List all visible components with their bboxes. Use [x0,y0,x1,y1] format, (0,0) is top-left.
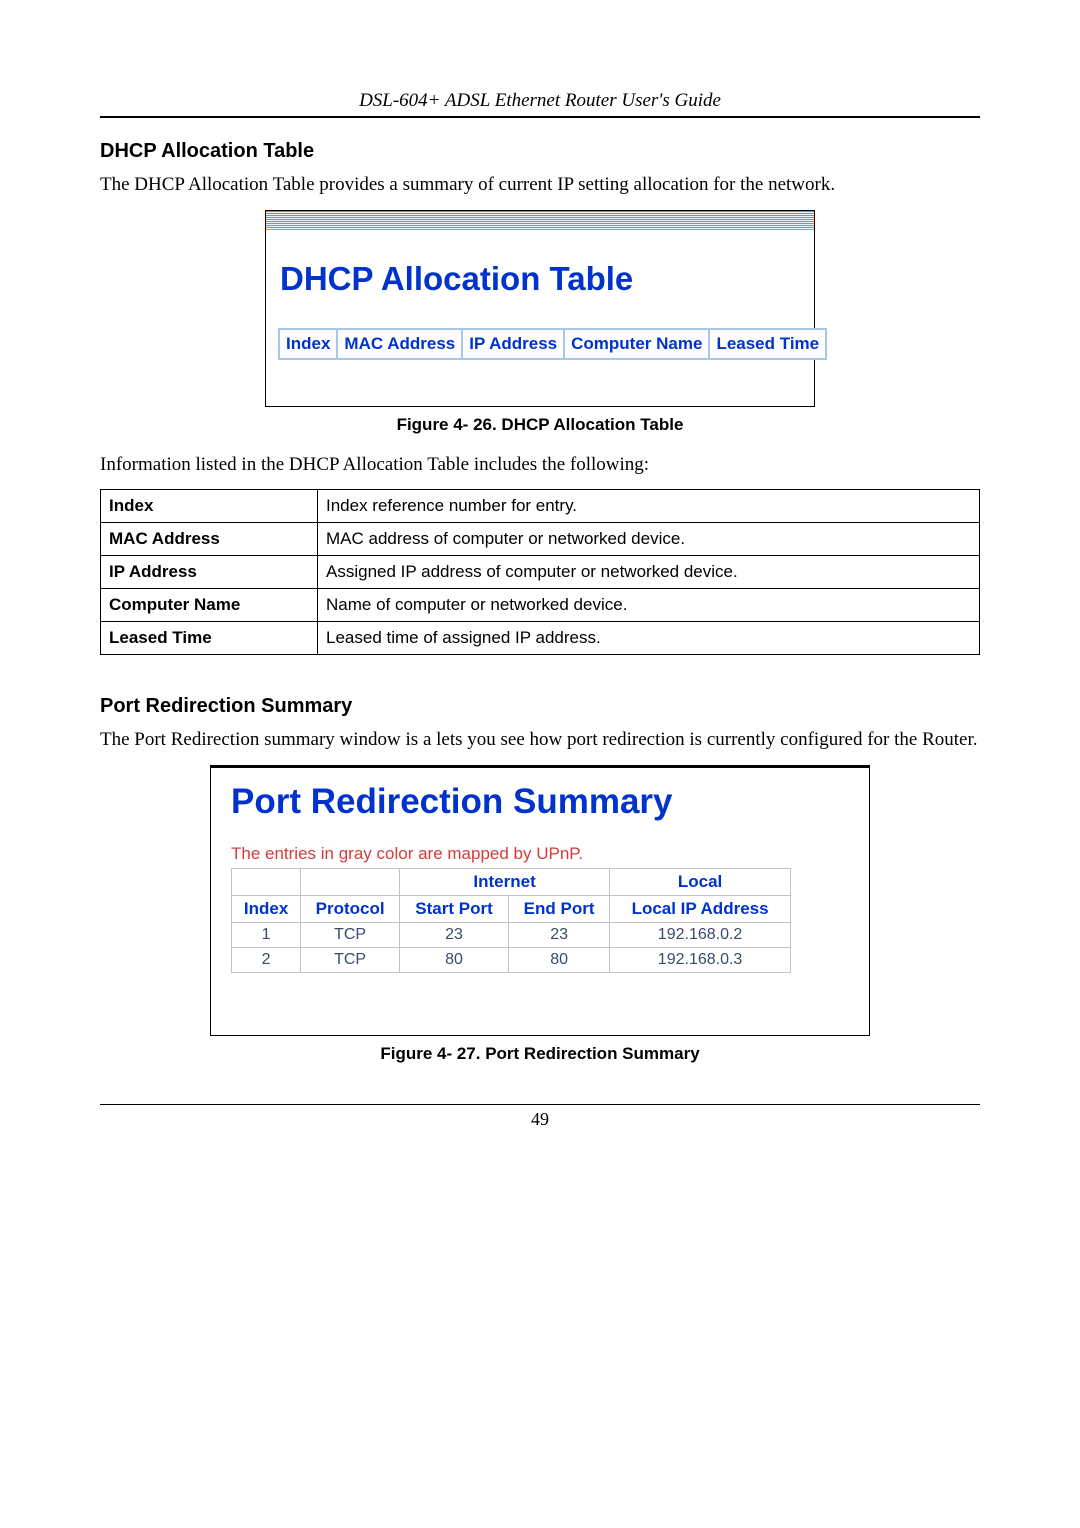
info-desc: Index reference number for entry. [318,490,980,523]
port-screenshot-note: The entries in gray color are mapped by … [231,844,849,864]
port-cell-index: 1 [232,923,301,948]
dhcp-info-table: Index Index reference number for entry. … [100,489,980,655]
port-section-heading: Port Redirection Summary [100,695,980,718]
port-group-local: Local [610,869,791,896]
info-label: Computer Name [101,589,318,622]
port-figure-caption: Figure 4- 27. Port Redirection Summary [100,1044,980,1064]
dhcp-col-mac: MAC Address [337,329,462,359]
table-row: IP Address Assigned IP address of comput… [101,556,980,589]
port-col-end: End Port [509,896,610,923]
document-header: DSL-604+ ADSL Ethernet Router User's Gui… [100,90,980,112]
dhcp-col-index: Index [279,329,337,359]
dhcp-info-intro: Information listed in the DHCP Allocatio… [100,453,980,478]
table-row: 2 TCP 80 80 192.168.0.3 [232,948,791,973]
info-desc: Leased time of assigned IP address. [318,622,980,655]
dhcp-col-ip: IP Address [462,329,564,359]
table-row: Index Index reference number for entry. [101,490,980,523]
port-cell-ip: 192.168.0.2 [610,923,791,948]
port-cell-protocol: TCP [301,948,400,973]
port-group-blank1 [232,869,301,896]
port-col-protocol: Protocol [301,896,400,923]
table-row: MAC Address MAC address of computer or n… [101,523,980,556]
port-cell-start: 80 [400,948,509,973]
info-label: IP Address [101,556,318,589]
info-desc: Assigned IP address of computer or netwo… [318,556,980,589]
port-cell-start: 23 [400,923,509,948]
info-label: MAC Address [101,523,318,556]
dhcp-col-leased: Leased Time [709,329,826,359]
table-row: 1 TCP 23 23 192.168.0.2 [232,923,791,948]
info-label: Leased Time [101,622,318,655]
port-screenshot-table: Internet Local Index Protocol Start Port… [231,868,791,973]
port-cell-end: 80 [509,948,610,973]
footer-rule [100,1104,980,1105]
info-label: Index [101,490,318,523]
port-cell-end: 23 [509,923,610,948]
port-cell-index: 2 [232,948,301,973]
header-rule [100,116,980,118]
port-group-internet: Internet [400,869,610,896]
port-col-start: Start Port [400,896,509,923]
dhcp-screenshot: DHCP Allocation Table Index MAC Address … [265,210,815,407]
dhcp-figure-caption: Figure 4- 26. DHCP Allocation Table [100,415,980,435]
dhcp-screenshot-stripes [266,211,814,230]
port-group-blank2 [301,869,400,896]
port-cell-ip: 192.168.0.3 [610,948,791,973]
table-row: Computer Name Name of computer or networ… [101,589,980,622]
dhcp-section-heading: DHCP Allocation Table [100,140,980,163]
dhcp-screenshot-table: Index MAC Address IP Address Computer Na… [278,328,827,360]
port-intro-text: The Port Redirection summary window is a… [100,728,980,753]
page-number: 49 [100,1109,980,1130]
dhcp-screenshot-title: DHCP Allocation Table [280,260,802,298]
dhcp-intro-text: The DHCP Allocation Table provides a sum… [100,173,980,198]
port-col-index: Index [232,896,301,923]
port-col-ip: Local IP Address [610,896,791,923]
info-desc: MAC address of computer or networked dev… [318,523,980,556]
port-screenshot: Port Redirection Summary The entries in … [210,765,870,1036]
port-cell-protocol: TCP [301,923,400,948]
dhcp-col-computer: Computer Name [564,329,709,359]
info-desc: Name of computer or networked device. [318,589,980,622]
table-row: Leased Time Leased time of assigned IP a… [101,622,980,655]
port-screenshot-title: Port Redirection Summary [231,782,849,822]
